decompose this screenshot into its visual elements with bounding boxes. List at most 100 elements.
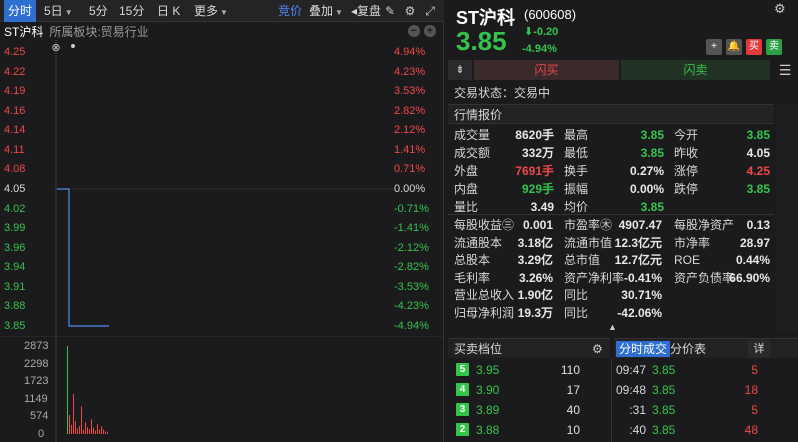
minus-icon[interactable]: − [408,25,420,37]
quote-header: ST沪科 (600608) ⚙ 3.85 ⬇-0.20 -4.94% + 🔔 买… [448,0,798,58]
gear-icon[interactable]: ⚙ [592,339,603,359]
volume-bar [95,430,96,434]
pct-tick-label: 4.94% [394,46,426,58]
pct-tick-label: 1.41% [394,143,426,156]
menu-icon[interactable]: ☰ [772,60,798,80]
overlay-button[interactable]: 叠加 ▼ [309,0,343,22]
tab-ticks[interactable]: 分时成交 [616,341,671,357]
price-tick-label: 4.05 [4,183,26,195]
quote-value: 3.85 [640,146,664,160]
tick-price: 3.85 [652,363,676,377]
pct-tick-label: 4.23% [394,65,426,78]
tick-price: 3.85 [652,403,676,417]
quote-label: 成交额 [454,146,491,160]
quote-section-title: 行情报价 [448,104,774,124]
quote-label: 流通市值 [564,235,613,250]
quote-value: 3.85 [746,182,770,196]
price-tick-label: 3.85 [4,320,26,332]
tab-more-label: 更多 [194,4,219,18]
quote-value: 0.44% [735,253,770,267]
tick-volume: 5 [751,403,758,417]
trade-status: 交易状态：交易中 [454,86,551,100]
close-icon[interactable]: ⊗ [51,42,60,54]
volume-bar [69,415,70,434]
sell-button[interactable]: 卖 [766,39,782,55]
tab-more[interactable]: 更多 ▼ [194,0,228,22]
ask-volume: 40 [566,403,580,417]
chevron-down-icon: ▼ [335,8,343,17]
expand-icon[interactable]: ⤢ [422,3,438,19]
quote-value: 0.001 [522,218,553,232]
quote-label: 内盘 [454,182,479,196]
price-line-chart: ⊗ [51,40,394,336]
tab-price-table[interactable]: 分价表 [670,341,706,357]
quote-label: 归母净利润 [454,305,515,320]
gear-icon[interactable]: ⚙ [774,1,786,17]
volume-bar [93,427,94,434]
flash-trade-bar: ⇟ 闪买 闪卖 ☰ [448,60,798,80]
plus-icon[interactable]: + [424,25,436,37]
quote-label: 毛利率 [454,270,491,285]
auction-button[interactable]: 竞价 [278,0,302,22]
volume-tick-label: 1723 [24,375,49,388]
quote-label: 营业总收入 [454,288,515,302]
price-tick-label: 4.11 [4,143,25,156]
quote-value: 3.26% [518,270,553,285]
scrollbar[interactable] [776,104,798,330]
quote-value: 4.25 [746,164,770,178]
level-badge: 5 [456,363,469,376]
volume-bar [97,424,98,434]
collapse-icon[interactable]: ▲ [608,322,617,332]
price-tick-label: 3.94 [4,261,26,274]
pct-tick-label: -4.23% [394,300,429,313]
pencil-icon[interactable]: ✎ [382,3,398,19]
ask-volume: 110 [560,363,580,377]
pct-tick-label: 3.53% [394,85,426,98]
quote-value: 929手 [521,182,554,196]
ask-price: 3.90 [476,383,500,397]
tab-5min[interactable]: 5分 [89,0,108,22]
quote-label: ROE [674,253,701,267]
volume-tick-label: 1149 [24,392,48,405]
quote-label: 换手 [564,164,589,178]
chart-pane: 分时 5日 ▼ 5分 15分 日 K 更多 ▼ 竞价 叠加 ▼ ◂复盘 ✎ ⚙ ⤢ S… [0,0,444,442]
quote-label: 每股净资产 [674,218,735,232]
ticks-header: 分时成交 分价表 详 [614,338,798,358]
quote-value: 3.85 [746,128,770,142]
dropdown-toggle-icon[interactable]: ⇟ [448,60,472,80]
quote-value: -42.06% [617,305,662,320]
tab-intraday[interactable]: 分时 [4,0,37,22]
quote-label: 总股本 [454,253,491,267]
tab-15min[interactable]: 15分 [119,0,144,22]
volume-tick-label: 2298 [24,357,49,370]
buy-button[interactable]: 买 [746,39,762,55]
price-line [57,188,109,327]
detail-button[interactable]: 详 [748,340,770,358]
price-tick-label: 4.08 [4,163,26,176]
quote-value: 30.71% [621,288,662,302]
divider [611,358,612,442]
flash-buy-button[interactable]: 闪买 [474,60,619,80]
add-watch-button[interactable]: + [706,39,722,55]
gear-icon[interactable]: ⚙ [402,3,418,19]
level-badge: 3 [456,403,469,416]
pct-tick-label: -2.12% [394,241,429,254]
volume-bar [77,428,78,434]
pct-tick-label: -2.82% [394,261,429,274]
pct-tick-label: -1.41% [394,222,429,235]
tab-5day[interactable]: 5日 ▼ [44,0,73,22]
quote-value: 66.90% [729,270,770,285]
quote-label: 市净率 [674,235,711,250]
tab-daily-k[interactable]: 日 K [157,0,180,22]
volume-bar [101,426,102,434]
flash-sell-button[interactable]: 闪卖 [621,60,770,80]
quote-label: 同比 [564,288,589,302]
ask-volume: 17 [566,383,580,397]
quote-value: 3.29亿 [517,253,553,267]
replay-button[interactable]: ◂复盘 [351,0,381,22]
alert-button[interactable]: 🔔 [726,39,742,55]
price-tick-label: 3.91 [4,280,26,293]
volume-bar-chart [0,336,444,442]
volume-bar [99,429,100,434]
overlay-label: 叠加 [309,4,334,18]
